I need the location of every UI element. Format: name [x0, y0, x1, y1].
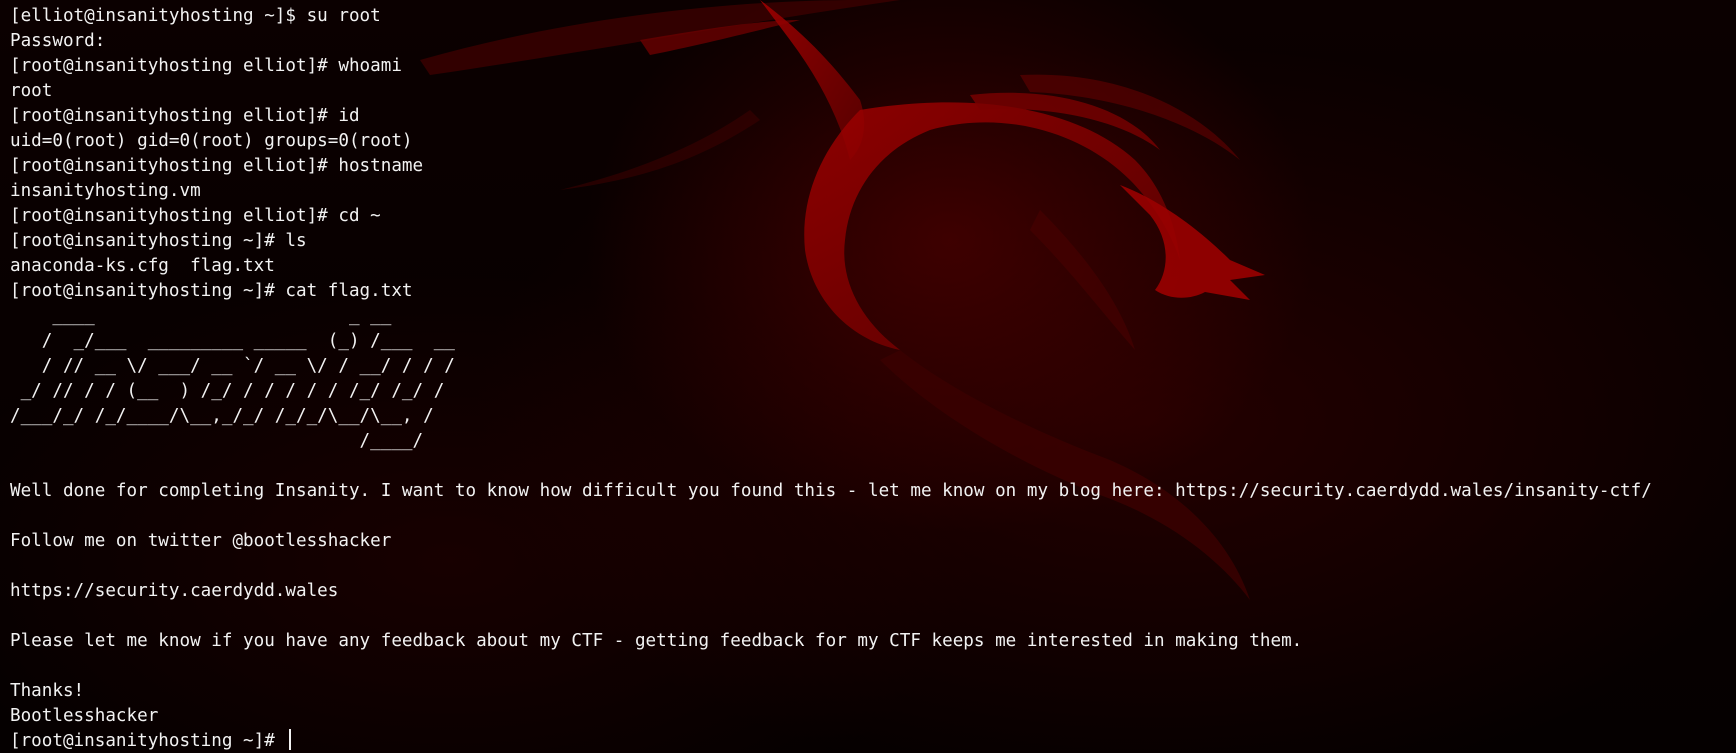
terminal-line: [root@insanityhosting ~]# cat flag.txt: [10, 281, 413, 301]
terminal-line: uid=0(root) gid=0(root) groups=0(root): [10, 131, 413, 151]
ascii-art-line: ____ _ __: [10, 306, 392, 326]
terminal-line: anaconda-ks.cfg flag.txt: [10, 256, 275, 276]
terminal-window[interactable]: [elliot@insanityhosting ~]$ su root Passw…: [0, 0, 1736, 753]
terminal-line: Password:: [10, 31, 106, 51]
terminal-line: [root@insanityhosting elliot]# cd ~: [10, 206, 381, 226]
terminal-line: [root@insanityhosting elliot]# hostname: [10, 156, 424, 176]
ascii-art-line: / _/___ _________ _____ (_) /___ __: [10, 331, 455, 351]
terminal-prompt: [root@insanityhosting ~]#: [10, 731, 286, 751]
flag-message-line: Please let me know if you have any feedb…: [10, 631, 1303, 651]
flag-message-line: Well done for completing Insanity. I wan…: [10, 481, 1652, 501]
terminal-output[interactable]: [elliot@insanityhosting ~]$ su root Passw…: [10, 4, 1652, 753]
text-cursor: [289, 729, 292, 750]
terminal-line: root: [10, 81, 53, 101]
terminal-prompt-line[interactable]: [root@insanityhosting ~]#: [10, 729, 1652, 753]
ascii-art-line: /____/: [10, 431, 424, 451]
flag-message-line: Thanks!: [10, 681, 85, 701]
terminal-line: insanityhosting.vm: [10, 181, 201, 201]
flag-message-line: Bootlesshacker: [10, 706, 159, 726]
ascii-art-line: / // __ \/ ___/ __ `/ __ \/ / __/ / / /: [10, 356, 455, 376]
flag-message-line: https://security.caerdydd.wales: [10, 581, 339, 601]
terminal-line: [elliot@insanityhosting ~]$ su root: [10, 6, 381, 26]
flag-message-line: Follow me on twitter @bootlesshacker: [10, 531, 392, 551]
terminal-line: [root@insanityhosting ~]# ls: [10, 231, 307, 251]
ascii-art-line: /___/_/ /_/____/\__,_/_/ /_/_/\__/\__, /: [10, 406, 434, 426]
terminal-line: [root@insanityhosting elliot]# whoami: [10, 56, 402, 76]
terminal-line: [root@insanityhosting elliot]# id: [10, 106, 360, 126]
ascii-art-line: _/ // / / (__ ) /_/ / / / / / /_/ /_/ /: [10, 381, 445, 401]
